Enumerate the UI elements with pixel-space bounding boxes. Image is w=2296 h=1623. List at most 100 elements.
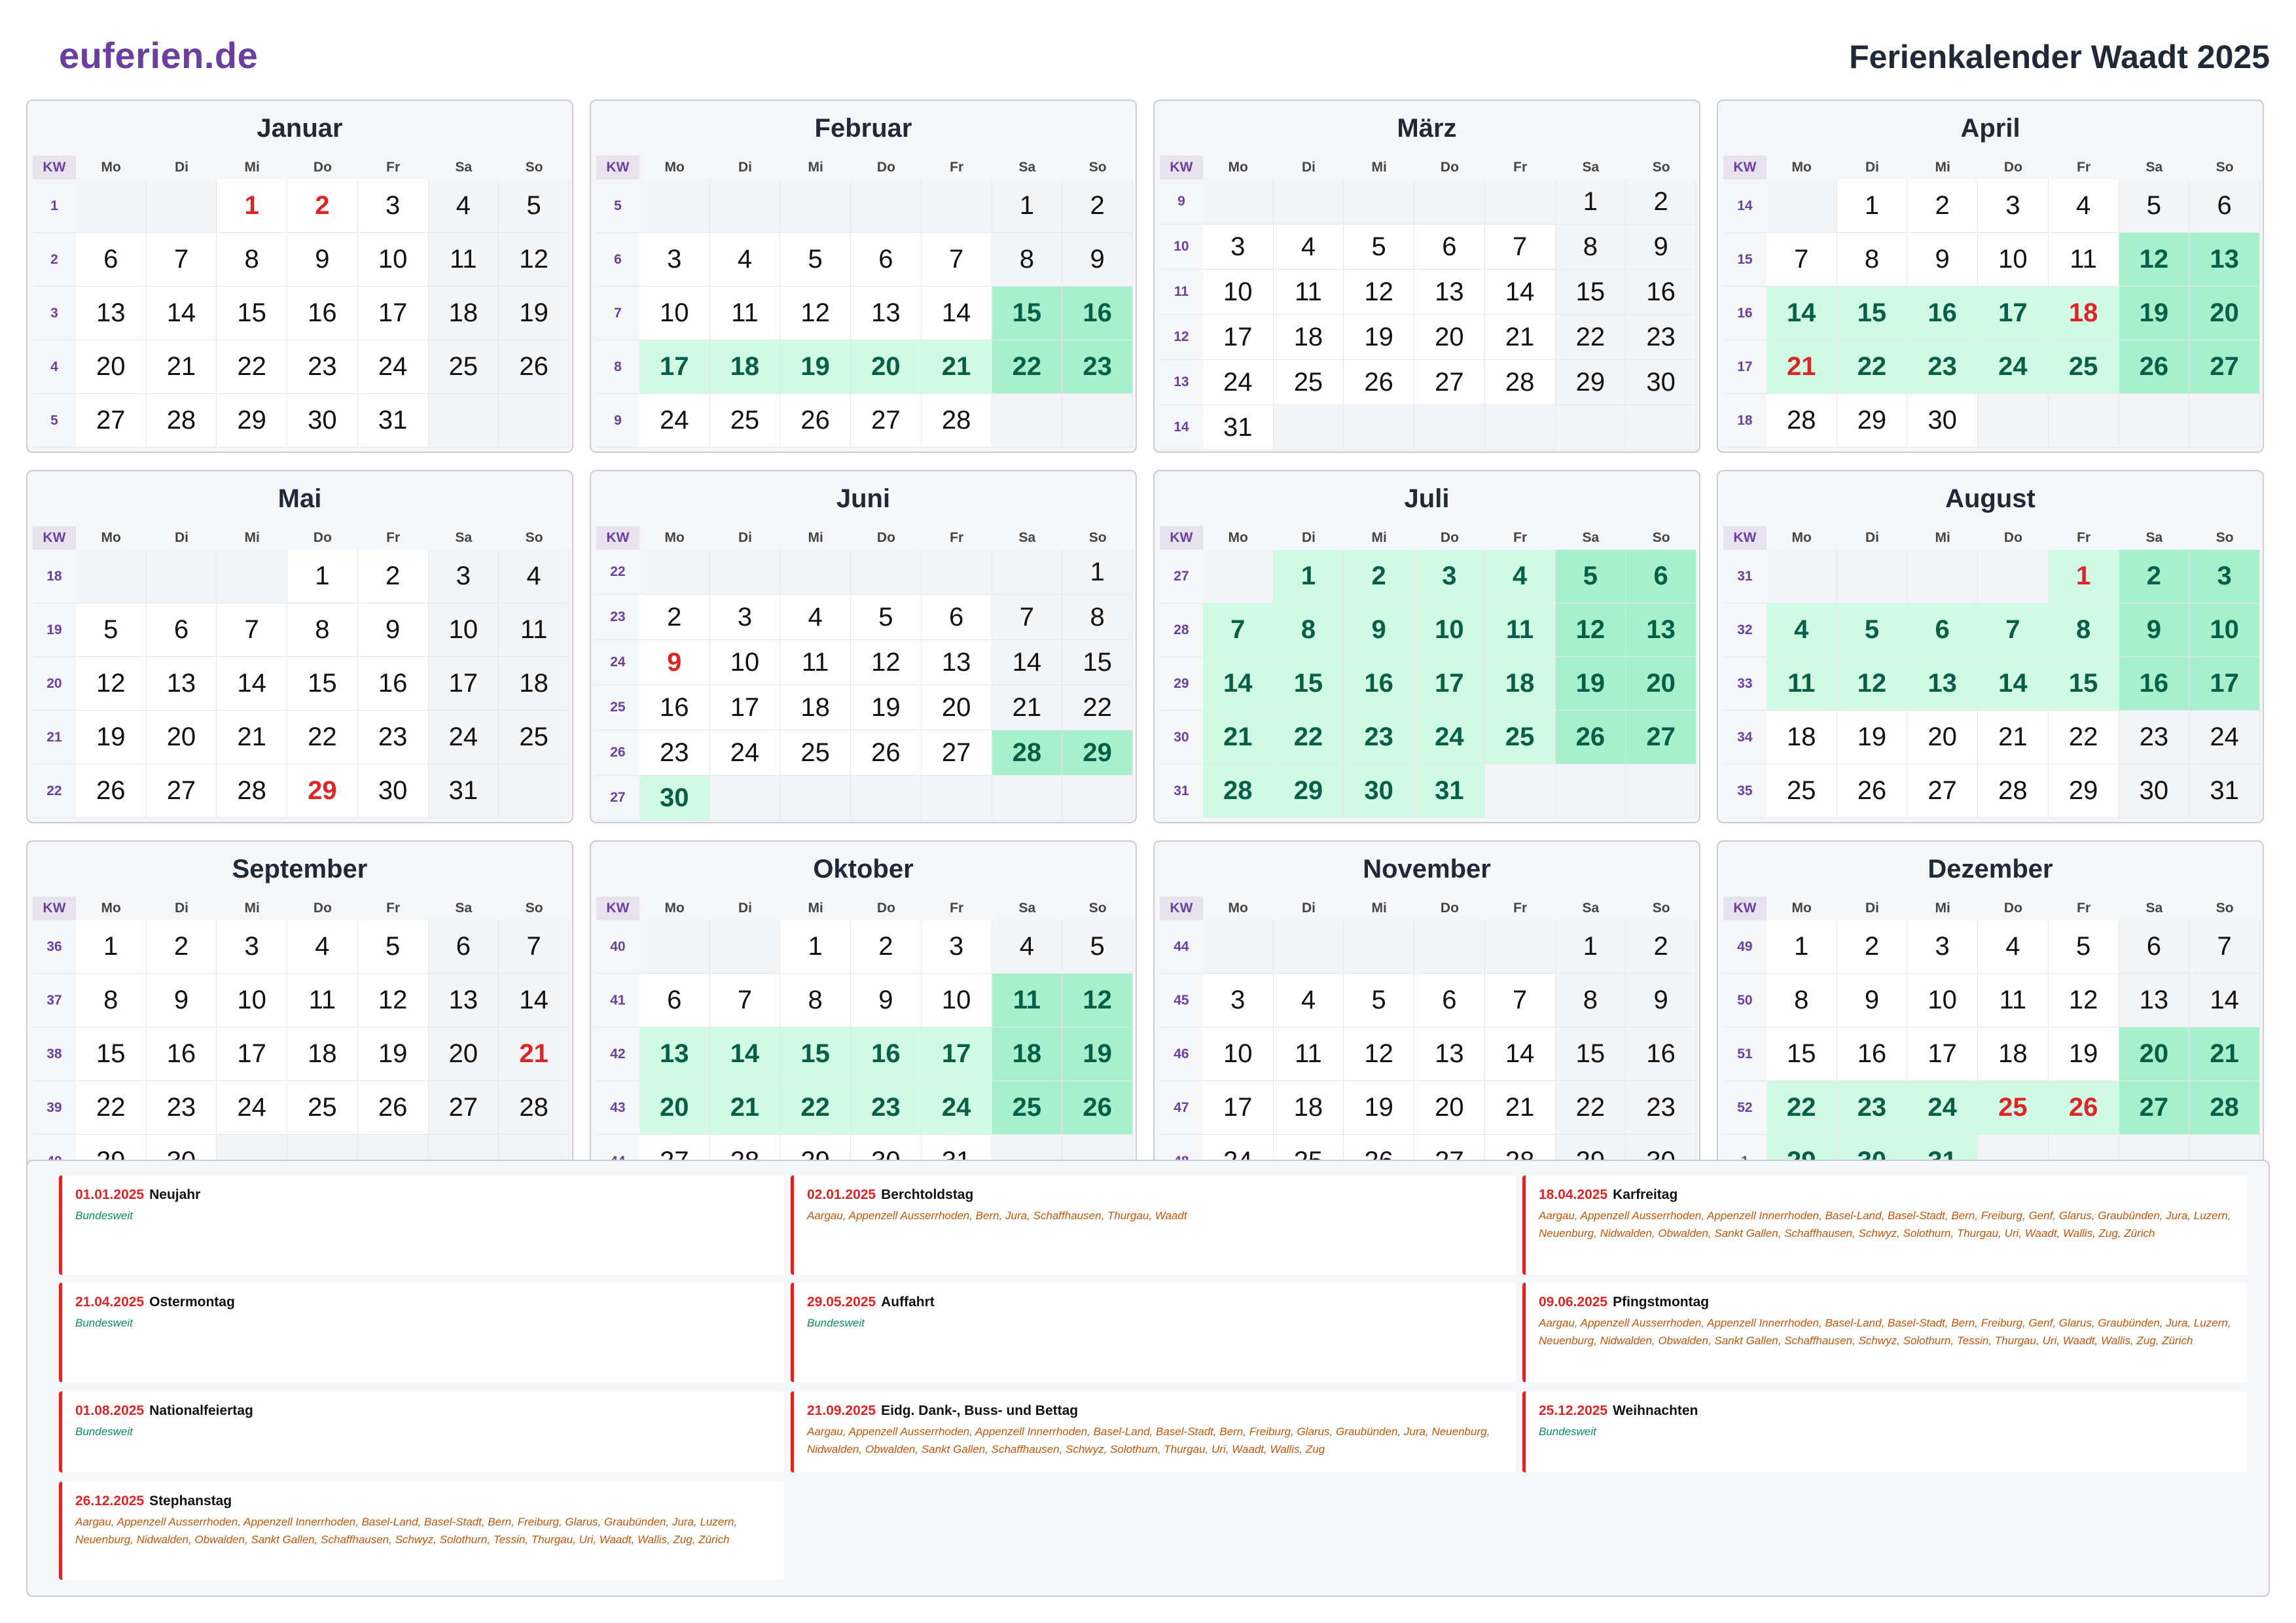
day-cell: 28	[1978, 764, 2049, 818]
empty-day-cell	[1766, 179, 1837, 233]
legend-heading: 02.01.2025 Berchtoldstag	[807, 1186, 1503, 1204]
day-cell: 20	[1414, 315, 1485, 360]
day-cell: 4	[992, 920, 1063, 974]
day-cell: 13	[75, 287, 147, 340]
weekday-header: Do	[1440, 901, 1459, 916]
weekday-header: Mi	[1371, 901, 1387, 916]
week-number: 47	[1160, 1081, 1203, 1135]
day-cell: 4	[1766, 603, 1837, 657]
day-cell: 29	[1062, 730, 1133, 776]
week-row: 44 1 2	[1160, 920, 1696, 974]
empty-day-cell	[499, 394, 569, 448]
day-cell: 19	[1344, 315, 1415, 360]
day-cell: 13	[921, 640, 992, 685]
kw-header: KW	[596, 897, 639, 920]
empty-day-cell	[992, 550, 1063, 595]
weekday-header: Sa	[1018, 530, 1036, 545]
weekday-header: Di	[1301, 530, 1316, 545]
day-cell: 26	[357, 1081, 429, 1135]
weekday-header: Fr	[950, 160, 964, 175]
legend-heading: 21.04.2025 Ostermontag	[75, 1293, 771, 1311]
weekday-header-row: KW Mo Di Mi Do Fr Sa So	[1723, 897, 2260, 920]
day-cell: 6	[1626, 550, 1696, 603]
weekday-header: Fr	[386, 160, 401, 175]
weekday-header: Sa	[2145, 160, 2163, 175]
day-cell: 27	[1907, 764, 1979, 818]
day-cell: 26	[499, 340, 569, 394]
weekday-header: Di	[738, 160, 752, 175]
day-cell: 10	[1414, 603, 1485, 657]
week-row: 14 31	[1160, 405, 1696, 450]
day-cell: 14	[1978, 657, 2049, 711]
day-cell: 23	[1062, 340, 1133, 394]
week-number: 31	[1723, 550, 1767, 603]
day-cell: 5	[1344, 974, 1415, 1027]
week-row: 25 16 17 18 19 20 21 22	[596, 685, 1133, 730]
legend-heading: 01.08.2025 Nationalfeiertag	[75, 1402, 771, 1420]
day-cell: 12	[1555, 603, 1626, 657]
month-title: Oktober	[813, 855, 914, 883]
day-cell: 6	[1414, 974, 1485, 1027]
day-cell: 9	[639, 640, 710, 685]
day-cell: 8	[1273, 603, 1344, 657]
weekday-header: Do	[1440, 160, 1459, 175]
day-cell: 24	[1978, 340, 2049, 394]
weekday-header: Di	[738, 530, 752, 545]
weekday-header: Fr	[386, 901, 401, 916]
week-number: 5	[33, 394, 76, 448]
holiday-date: 21.09.2025	[807, 1403, 876, 1418]
day-cell: 16	[2119, 657, 2190, 711]
month-mai: Mai KW Mo Di Mi Do Fr Sa So 18 1 2 3 4 19 5 6 7 8 9 10 11 20 12…	[26, 470, 573, 823]
day-cell: 6	[2119, 920, 2190, 974]
day-cell: 19	[1344, 1081, 1415, 1135]
day-cell: 1	[1555, 920, 1626, 974]
weekday-header-row: KW Mo Di Mi Do Fr Sa So	[33, 897, 569, 920]
week-row: 21 19 20 21 22 23 24 25	[33, 711, 569, 764]
month-grid: KW Mo Di Mi Do Fr Sa So 36 1 2 3 4 5 6 7 37 8 9 10 11 12 13 14 3…	[33, 897, 569, 1188]
week-number: 43	[596, 1081, 639, 1135]
empty-day-cell	[146, 550, 217, 603]
week-number: 26	[596, 730, 639, 776]
weekday-header: Do	[876, 160, 895, 175]
day-cell: 4	[780, 595, 852, 640]
week-number: 33	[1723, 657, 1767, 711]
week-row: 10 3 4 5 6 7 8 9	[1160, 224, 1696, 270]
week-row: 19 5 6 7 8 9 10 11	[33, 603, 569, 657]
day-cell: 14	[217, 657, 288, 711]
weekday-header: Di	[1865, 160, 1879, 175]
holiday-regions: Aargau, Appenzell Ausserrhoden, Appenzel…	[807, 1425, 1490, 1455]
day-cell: 3	[217, 920, 288, 974]
week-number: 14	[1723, 179, 1767, 233]
day-cell: 24	[1414, 711, 1485, 764]
day-cell: 2	[287, 179, 358, 233]
week-row: 112345	[33, 179, 569, 233]
day-cell: 17	[1414, 657, 1485, 711]
day-cell: 26	[1062, 1081, 1133, 1135]
week-number: 40	[596, 920, 639, 974]
weekday-header: Mi	[1935, 530, 1950, 545]
holiday-name: Ostermontag	[149, 1294, 235, 1310]
empty-day-cell	[780, 179, 852, 233]
day-cell: 19	[1062, 1027, 1133, 1081]
legend-item: 21.09.2025 Eidg. Dank-, Buss- und Bettag A…	[791, 1391, 1516, 1472]
weekday-header: Mi	[244, 160, 260, 175]
week-row: 28 7 8 9 10 11 12 13	[1160, 603, 1696, 657]
day-cell: 23	[1626, 1081, 1696, 1135]
week-number: 34	[1723, 711, 1767, 764]
day-cell: 22	[1837, 340, 1908, 394]
weekday-header: Mi	[1935, 901, 1950, 916]
day-cell: 4	[1484, 550, 1556, 603]
day-cell: 7	[2189, 920, 2260, 974]
week-number: 39	[33, 1081, 76, 1135]
day-cell: 17	[428, 657, 499, 711]
day-cell: 5	[1837, 603, 1908, 657]
day-cell: 16	[1907, 287, 1979, 340]
holiday-date: 02.01.2025	[807, 1187, 876, 1202]
day-cell: 22	[1766, 1081, 1837, 1135]
day-cell: 17	[357, 287, 429, 340]
legend-item: 09.06.2025 Pfingstmontag Aargau, Appenzell…	[1522, 1283, 2248, 1382]
weekday-header: Mo	[1228, 901, 1248, 916]
brand-logo[interactable]: euferien.de	[59, 34, 258, 77]
day-cell: 8	[1837, 233, 1908, 287]
empty-day-cell	[1273, 405, 1344, 450]
